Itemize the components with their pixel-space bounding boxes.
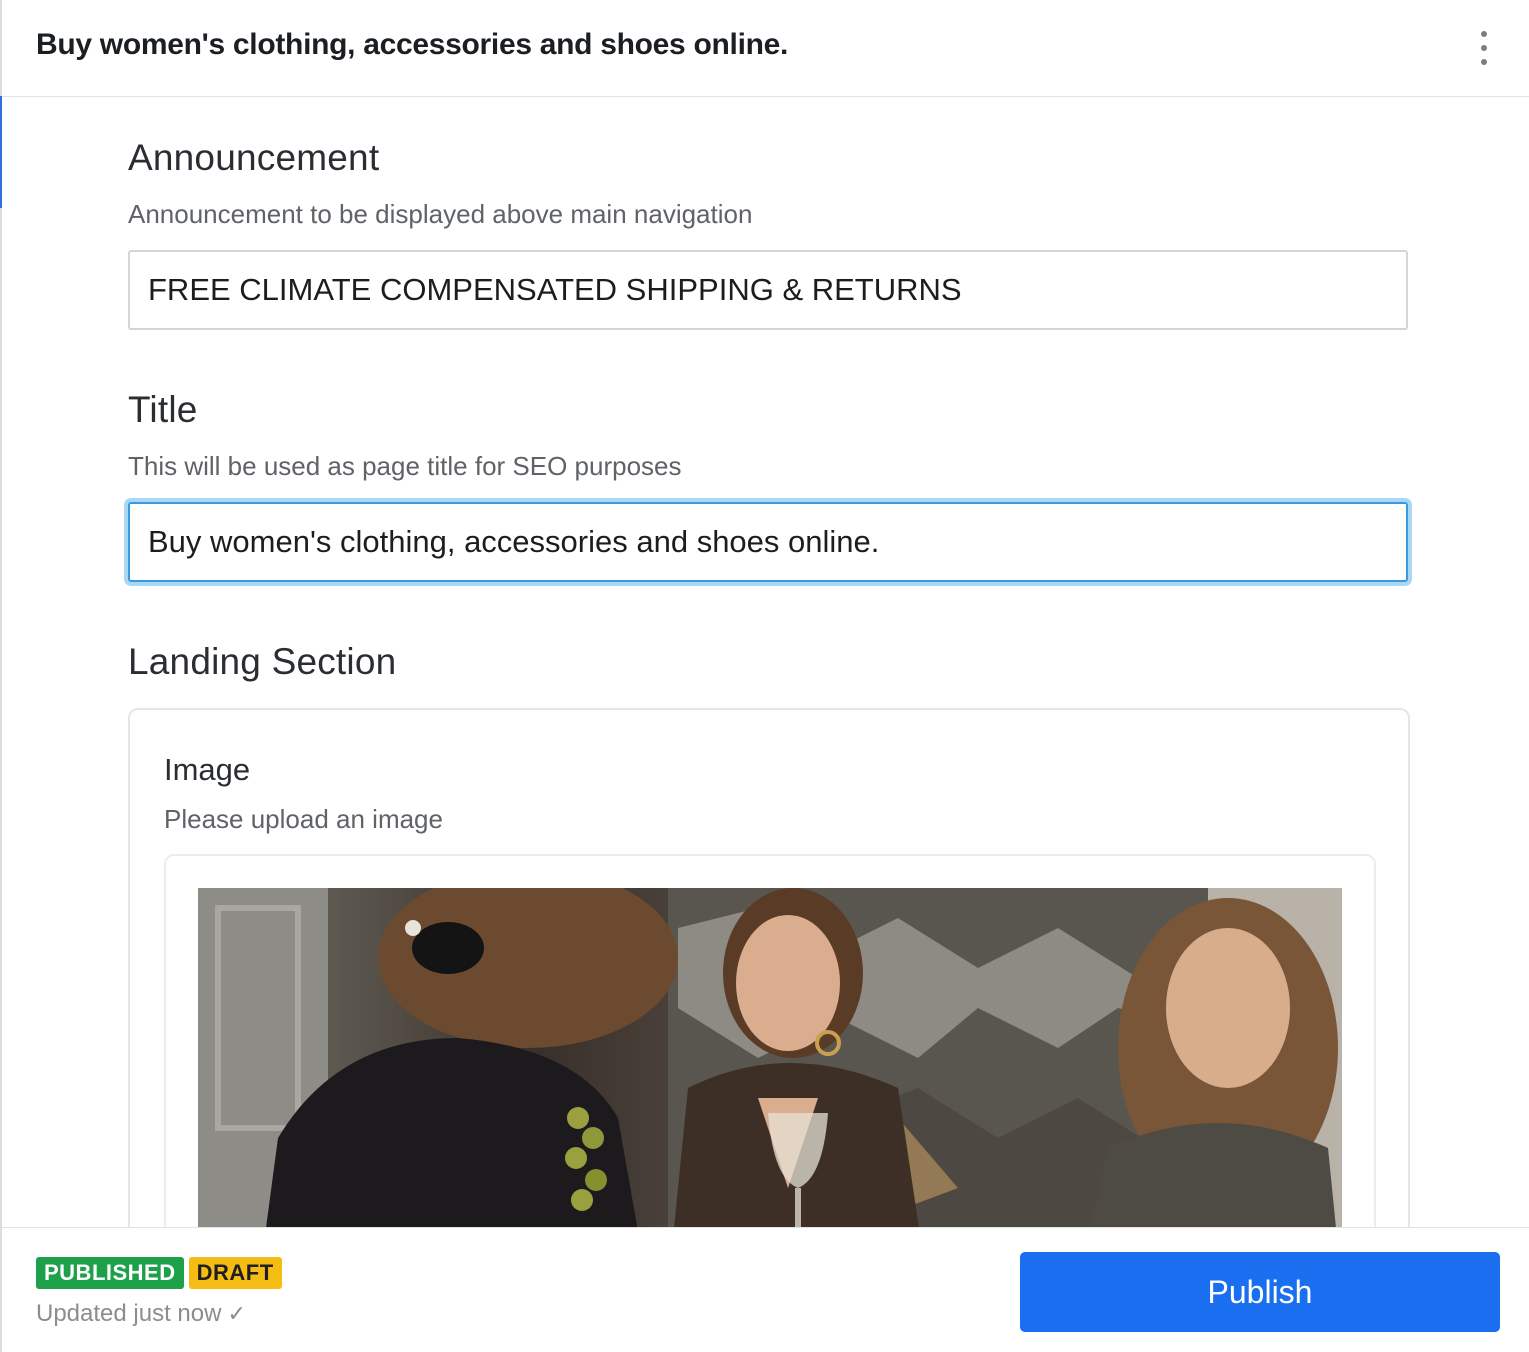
image-label: Image bbox=[164, 752, 251, 787]
updated-status: Updated just now ✓ bbox=[36, 1300, 246, 1328]
title-field: Title This will be used as page title fo… bbox=[128, 389, 1408, 582]
announcement-description: Announcement to be displayed above main … bbox=[128, 199, 753, 229]
status-badge-draft: DRAFT bbox=[188, 1257, 282, 1289]
image-uploader[interactable] bbox=[164, 854, 1376, 1227]
status-badges: PUBLISHED DRAFT bbox=[36, 1257, 282, 1289]
title-description: This will be used as page title for SEO … bbox=[128, 451, 682, 481]
updated-text: Updated just now bbox=[36, 1300, 222, 1327]
status-badge-published: PUBLISHED bbox=[36, 1257, 184, 1289]
footer-bar: PUBLISHED DRAFT Updated just now ✓ Publis… bbox=[2, 1227, 1529, 1352]
announcement-field: Announcement Announcement to be displaye… bbox=[128, 137, 1408, 330]
checkmark-icon: ✓ bbox=[227, 1301, 246, 1326]
header: Buy women's clothing, accessories and sh… bbox=[2, 0, 1529, 97]
form-content[interactable]: Announcement Announcement to be displaye… bbox=[2, 97, 1529, 1227]
image-description: Please upload an image bbox=[164, 804, 443, 834]
landing-section-card: Image Please upload an image bbox=[128, 708, 1410, 1227]
title-label: Title bbox=[128, 389, 198, 430]
publish-button[interactable]: Publish bbox=[1020, 1252, 1500, 1332]
landing-section-field: Landing Section bbox=[128, 641, 1408, 683]
more-options-button[interactable] bbox=[1464, 26, 1504, 70]
landing-section-label: Landing Section bbox=[128, 641, 397, 682]
announcement-input[interactable] bbox=[128, 250, 1408, 330]
page-title: Buy women's clothing, accessories and sh… bbox=[36, 28, 789, 61]
uploaded-image-preview[interactable] bbox=[198, 888, 1342, 1227]
announcement-label: Announcement bbox=[128, 137, 380, 178]
editor-panel: Buy women's clothing, accessories and sh… bbox=[0, 0, 1529, 1352]
photo-illustration bbox=[198, 888, 1342, 1227]
more-vertical-icon bbox=[1481, 31, 1487, 65]
title-input[interactable] bbox=[128, 502, 1408, 582]
